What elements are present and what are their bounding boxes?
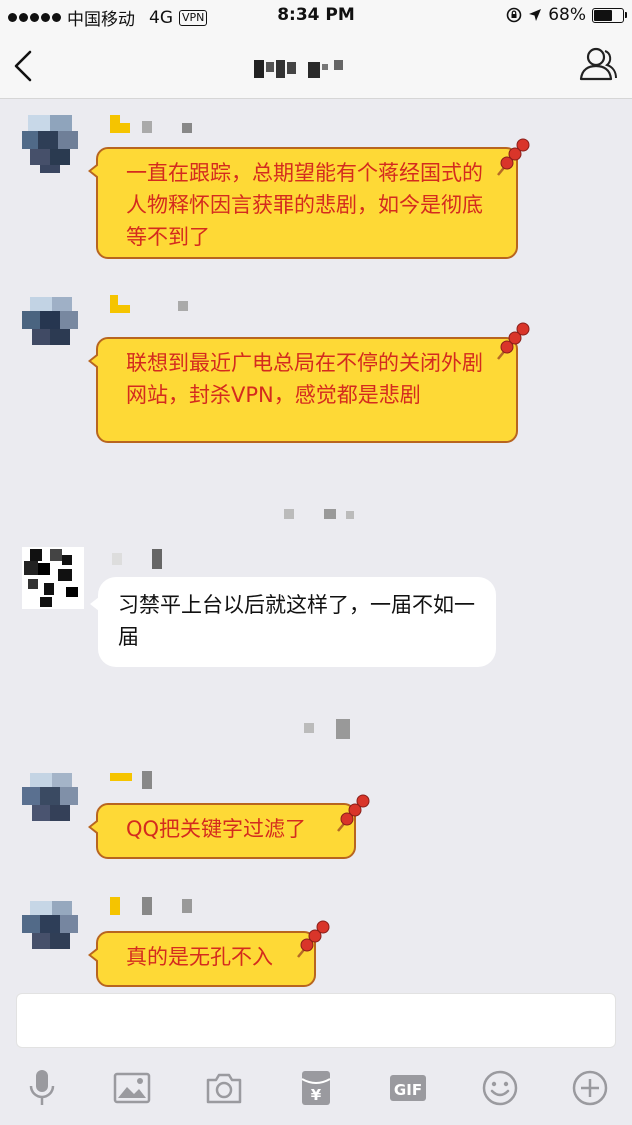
avatar[interactable]	[20, 113, 82, 175]
avatar[interactable]	[20, 897, 82, 959]
avatar[interactable]	[20, 769, 82, 831]
timestamp-obscured	[304, 719, 350, 739]
gif-label: GIF	[394, 1081, 422, 1099]
tanghulu-decoration-icon	[337, 794, 370, 832]
sender-name-obscured	[110, 295, 188, 313]
message-text: QQ把关键字过滤了	[126, 817, 307, 841]
location-arrow-icon	[529, 9, 542, 21]
message-bubble[interactable]: 一直在跟踪，总期望能有个蒋经国式的人物释怀因言获罪的悲剧，如今是彻底等不到了	[88, 147, 518, 259]
sender-name-obscured	[110, 771, 152, 789]
tanghulu-decoration-icon	[497, 138, 530, 176]
chevron-left-icon[interactable]	[10, 46, 40, 86]
mic-icon[interactable]	[22, 1068, 62, 1108]
message-bubble[interactable]: QQ把关键字过滤了	[88, 803, 356, 859]
timestamp-obscured	[284, 509, 354, 519]
sender-name-obscured	[110, 115, 192, 133]
chat-title-obscured	[254, 60, 343, 78]
message-text: 联想到最近广电总局在不停的关闭外剧网站，封杀VPN，感觉都是悲剧	[126, 351, 483, 407]
red-packet-icon[interactable]: ¥	[296, 1068, 336, 1108]
status-bar: 中国移动 4G VPN 8:34 PM 68%	[0, 0, 632, 32]
message-bubble[interactable]: 习禁平上台以后就这样了，一届不如一届	[90, 577, 496, 667]
status-right: 68%	[506, 5, 627, 25]
message-bubble[interactable]: 真的是无孔不入	[88, 931, 316, 987]
nav-bar	[0, 32, 632, 99]
message-text: 真的是无孔不入	[126, 945, 273, 969]
person-icon[interactable]	[578, 46, 618, 82]
message-text: 一直在跟踪，总期望能有个蒋经国式的人物释怀因言获罪的悲剧，如今是彻底等不到了	[126, 161, 483, 249]
battery-fill	[594, 9, 612, 21]
battery-icon	[592, 7, 627, 23]
chat-screen: 中国移动 4G VPN 8:34 PM 68% 一直在跟踪，总期望能有个蒋经国式…	[0, 0, 632, 1125]
emoji-icon[interactable]	[480, 1068, 520, 1108]
red-packet-symbol: ¥	[311, 1086, 322, 1104]
image-icon[interactable]	[112, 1068, 152, 1108]
plus-icon[interactable]	[570, 1068, 610, 1108]
sender-name-obscured	[112, 549, 162, 569]
avatar[interactable]	[22, 547, 84, 609]
message-input[interactable]	[16, 993, 616, 1048]
message-text: 习禁平上台以后就这样了，一届不如一届	[118, 593, 475, 649]
tanghulu-decoration-icon	[297, 920, 330, 958]
gif-icon[interactable]: GIF	[388, 1068, 428, 1108]
message-list[interactable]: 一直在跟踪，总期望能有个蒋经国式的人物释怀因言获罪的悲剧，如今是彻底等不到了 联…	[0, 99, 632, 989]
avatar[interactable]	[20, 293, 82, 355]
message-bubble[interactable]: 联想到最近广电总局在不停的关闭外剧网站，封杀VPN，感觉都是悲剧	[88, 337, 518, 443]
input-toolbar: ¥ GIF	[0, 1050, 632, 1125]
tanghulu-decoration-icon	[497, 322, 530, 360]
rotation-lock-icon	[506, 7, 522, 23]
camera-icon[interactable]	[204, 1068, 244, 1108]
battery-percent: 68%	[548, 5, 586, 25]
sender-name-obscured	[110, 897, 192, 915]
